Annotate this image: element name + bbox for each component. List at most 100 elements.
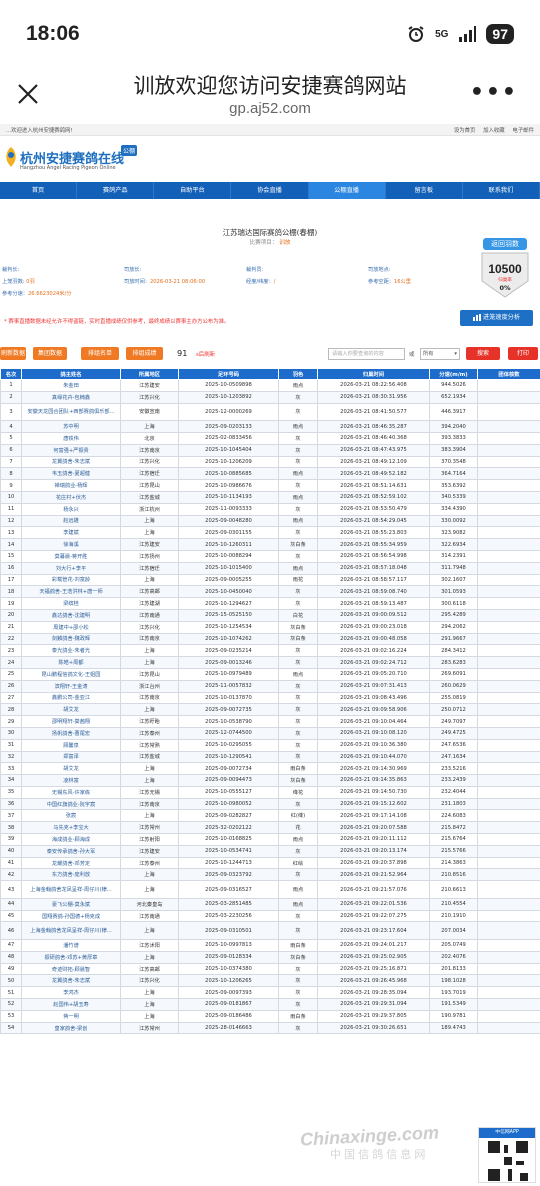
cell-owner[interactable]: 禅瑞鸽业-杨辉 [21, 479, 121, 492]
cell-owner[interactable]: 龙翼鸽舍-朱志斌 [21, 455, 121, 469]
nav-home[interactable]: 首页 [0, 182, 78, 199]
nav-self-service[interactable]: 自助平台 [154, 182, 232, 199]
cell-owner[interactable]: 郑富泽 [21, 750, 121, 764]
nav-loft-live[interactable]: 公棚直播 [308, 182, 386, 199]
cell-arrival-time: 2026-03-21 09:07:31.413 [317, 679, 430, 693]
search-button[interactable]: 搜索 [466, 347, 500, 360]
bookmark-link[interactable]: 加入收藏 [483, 128, 505, 134]
cell-speed: 247.1634 [429, 750, 478, 764]
cell-speed: 322.6934 [429, 538, 478, 551]
cell-region: 上海 [120, 514, 179, 528]
cell-owner[interactable]: 赵国伟+胡玉寿 [21, 998, 121, 1011]
cell-owner[interactable]: 中国红旗鸽业-阮宇宸 [21, 797, 121, 811]
cell-owner[interactable]: 周建中+邵小松 [21, 620, 121, 634]
cell-owner[interactable]: 潘竹谱 [21, 939, 121, 952]
cell-owner[interactable]: 豪飞公棚-莫永斌 [21, 897, 121, 911]
close-icon[interactable] [16, 82, 40, 106]
nav-products[interactable]: 赛鸽产品 [77, 182, 155, 199]
speed-analysis-button[interactable]: 进笼速度分析 [460, 310, 533, 326]
nav-contact[interactable]: 联系我们 [463, 182, 540, 199]
cell-owner[interactable]: 无锡东风-许家栋 [21, 785, 121, 799]
cell-owner[interactable]: 唐铁伟 [21, 431, 121, 445]
cell-owner[interactable]: 顾馨泉 [21, 738, 121, 752]
cell-owner[interactable]: 龙耀鸽舍-邓芳定 [21, 856, 121, 870]
set-homepage-link[interactable]: 设为首页 [454, 128, 476, 134]
cell-owner[interactable]: 鑫达鸽舍-沈建明 [21, 608, 121, 622]
cell-arrival-time: 2026-03-21 09:02:24.712 [317, 656, 430, 669]
cell-owner[interactable]: 梁缤桂 [21, 597, 121, 610]
cell-owner[interactable]: 李鸿杰 [21, 986, 121, 1000]
cell-owner[interactable]: 海成鸽业-顾海成 [21, 833, 121, 846]
cell-arrival-time: 2026-03-21 08:46:40.368 [317, 431, 430, 445]
cell-owner[interactable]: 振研鸽舍-邓苏+黄厚章 [21, 950, 121, 964]
table-row: 34 凌林富 上海 2025-09-0094473 灰白条 2026-03-21 09:1… [0, 774, 540, 787]
cell-owner[interactable]: 天福鸽舍-王浩洪林+唐一师 [21, 585, 121, 599]
table-row: 52 赵国伟+胡玉寿 上海 2025-09-0181867 灰 2026-03-21 09… [0, 998, 540, 1011]
cell-ring-number: 2025-10-0450040 [178, 585, 279, 599]
cell-owner[interactable]: 彩载管花-刘富龄 [21, 573, 121, 587]
cell-owner[interactable]: 苏中明 [21, 420, 121, 433]
cell-owner[interactable]: 凌林富 [21, 774, 121, 787]
cell-owner[interactable]: 滨翔轩-王金涛 [21, 679, 121, 693]
group-results-button[interactable]: 排组成绩 [126, 347, 163, 360]
cell-owner[interactable]: 奇迹财拓-顾晨智 [21, 962, 121, 976]
refresh-data-button[interactable]: 刷新数据 [0, 347, 26, 360]
cell-owner[interactable]: 蒋一明 [21, 1009, 121, 1023]
cell-owner[interactable]: 徐海溪 [21, 538, 121, 551]
cell-owner[interactable]: 鑫鹏公司-金亚江 [21, 691, 121, 705]
cell-owner[interactable]: 莫暮晨-蒋开胜 [21, 549, 121, 563]
cell-owner[interactable]: 安徽天龙园合团队+西部赛鸽俱乐部... [21, 402, 121, 422]
cell-owner[interactable]: 泰光鸽业-朱者光 [21, 644, 121, 658]
cell-owner[interactable]: 扬帆鸽舍-曹尾宏 [21, 726, 121, 740]
cell-owner[interactable]: 杨永兴 [21, 502, 121, 516]
cell-owner[interactable]: 何富强+严振贵 [21, 443, 121, 457]
cell-owner[interactable]: 张宸 [21, 809, 121, 823]
cell-owner[interactable]: 上海金翰鸽舍龙凤呈祥-周仔川(棣... [21, 921, 121, 941]
cell-speed: 446.3917 [429, 402, 478, 422]
cell-owner[interactable]: 国翔赛鸽-孙国德+杨克成 [21, 909, 121, 923]
print-button[interactable]: 打印 [508, 347, 538, 360]
cell-owner[interactable]: 泰安传承鸽舍-孙大军 [21, 844, 121, 858]
cell-owner[interactable]: 马先克+李宝大 [21, 821, 121, 835]
more-menu-icon[interactable]: ••• [470, 80, 518, 105]
cell-rank: 9 [0, 479, 22, 492]
cell-owner[interactable]: 胡艾龙 [21, 703, 121, 717]
cell-owner[interactable]: 刘大行+李平 [21, 561, 121, 575]
cell-color: 雨花 [278, 573, 318, 587]
cell-owner[interactable]: 龙翼鸽舍-朱志斌 [21, 974, 121, 988]
group-list-button[interactable]: 排组名单 [81, 347, 119, 360]
return-count-button[interactable]: 返回羽数 [483, 238, 527, 250]
app-qr-code[interactable]: 中信网APP [478, 1127, 536, 1183]
info-lon-lat: 经度/纬度：/ [246, 278, 275, 285]
email-link[interactable]: 电子邮件 [512, 128, 534, 134]
info-speed: 参考分速：26.6623024米/分 [2, 290, 71, 297]
cell-owner[interactable]: 朱金田 [21, 379, 121, 392]
cell-region: 江苏建安 [120, 379, 179, 392]
cell-owner[interactable]: 真缘花卉-包楠鑫 [21, 390, 121, 404]
cell-owner[interactable]: 邵明翔轩-葵茜翔 [21, 715, 121, 728]
cell-owner[interactable]: 东方鸽舍-庞利放 [21, 868, 121, 882]
filter-select[interactable]: 所有 ▾ [420, 348, 460, 360]
cell-owner[interactable]: 韦玉鸽舍-夏超健 [21, 467, 121, 481]
cell-owner[interactable]: 剑麟鸽舍-魏政辉 [21, 632, 121, 646]
cell-group [477, 797, 540, 811]
cell-owner[interactable]: 上海金翰鸽舍龙凤呈祥-周仔川(棣... [21, 880, 121, 899]
search-input[interactable]: 请输入你要查询的内容 [328, 348, 405, 360]
cell-owner[interactable]: 李建斌 [21, 526, 121, 540]
cell-owner[interactable]: 赵远雄 [21, 514, 121, 528]
cell-group [477, 833, 540, 846]
cell-arrival-time: 2026-03-21 09:24:01.217 [317, 939, 430, 952]
nav-association-live[interactable]: 协会直播 [231, 182, 309, 199]
cell-owner[interactable]: 皇家鸽舍-梁创 [21, 1021, 121, 1035]
cell-speed: 301.0593 [429, 585, 478, 599]
cell-owner[interactable]: 花庄村+伏杰 [21, 490, 121, 504]
cell-group [477, 549, 540, 563]
group-data-button[interactable]: 集团数据 [33, 347, 67, 360]
nav-guestbook[interactable]: 留言板 [386, 182, 463, 199]
cell-owner[interactable]: 陈皓+周都 [21, 656, 121, 669]
table-row: 42 东方鸽舍-庞利放 上海 2025-09-0323792 灰 2026-03-21 0… [0, 868, 540, 882]
cell-region: 上海 [120, 420, 179, 433]
pigeon-logo-icon[interactable] [4, 146, 18, 168]
cell-owner[interactable]: 昆山鹏程信鸽文化-王姐园 [21, 667, 121, 681]
cell-owner[interactable]: 胡艾龙 [21, 762, 121, 776]
